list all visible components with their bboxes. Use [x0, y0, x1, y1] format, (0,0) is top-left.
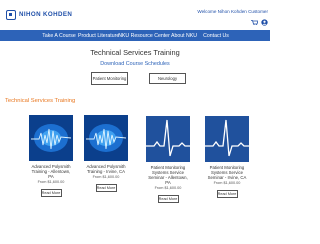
ecg-image[interactable]	[146, 116, 190, 162]
welcome-message[interactable]: Welcome Nihon Kohden Customer	[197, 9, 268, 14]
nav-contact[interactable]: Contact Us	[198, 33, 234, 39]
course-title[interactable]: Patient Monitoring Systems Service Semin…	[146, 165, 190, 185]
download-schedules-link[interactable]: Download Course Schedules	[0, 61, 270, 67]
course-card: Patient Monitoring Systems Service Semin…	[205, 116, 249, 228]
filter-patient-monitoring-button[interactable]: Patient Monitoring	[91, 72, 128, 85]
course-card: Patient Monitoring Systems Service Semin…	[146, 116, 190, 228]
nav-resource-center[interactable]: NKU Resource Center	[118, 33, 170, 39]
read-more-button[interactable]: Read More	[95, 184, 117, 192]
read-more-button[interactable]: Read More	[40, 189, 62, 197]
site-header: NIHON KOHDEN Welcome Nihon Kohden Custom…	[0, 0, 270, 30]
logo[interactable]: NIHON KOHDEN	[6, 10, 72, 20]
nav-about[interactable]: About NKU	[170, 33, 198, 39]
filter-neurology-button[interactable]: Neurology	[149, 73, 186, 84]
ecg-image[interactable]	[205, 116, 249, 162]
course-card: Advanced Polysmith Training - Irvine, CA…	[84, 115, 128, 227]
read-more-button[interactable]: Read More	[216, 190, 238, 198]
course-title[interactable]: Advanced Polysmith Training - Irvine, CA	[84, 164, 128, 174]
course-title[interactable]: Advanced Polysmith Training - Allentown,…	[29, 164, 73, 179]
logo-icon	[6, 10, 16, 20]
read-more-button[interactable]: Read More	[157, 195, 179, 203]
main-nav: Take A Course Product Literature NKU Res…	[0, 30, 270, 41]
course-title[interactable]: Patient Monitoring Systems Service Semin…	[205, 165, 249, 180]
brainwave-image[interactable]	[29, 115, 73, 161]
course-price: From $1,600.00	[37, 180, 65, 184]
nav-take-a-course[interactable]: Take A Course	[40, 33, 78, 39]
course-price: From $1,600.00	[154, 186, 182, 190]
course-price: From $1,600.00	[213, 181, 241, 185]
course-card: Advanced Polysmith Training - Allentown,…	[29, 115, 73, 227]
cart-icon[interactable]	[251, 20, 258, 25]
section-title: Technical Services Training	[5, 98, 76, 104]
course-price: From $1,600.00	[92, 175, 120, 179]
logo-text: NIHON KOHDEN	[19, 11, 73, 18]
page-title: Technical Services Training	[90, 48, 180, 57]
user-icon[interactable]	[261, 19, 268, 26]
nav-product-literature[interactable]: Product Literature	[78, 33, 119, 39]
brainwave-image[interactable]	[84, 115, 128, 161]
